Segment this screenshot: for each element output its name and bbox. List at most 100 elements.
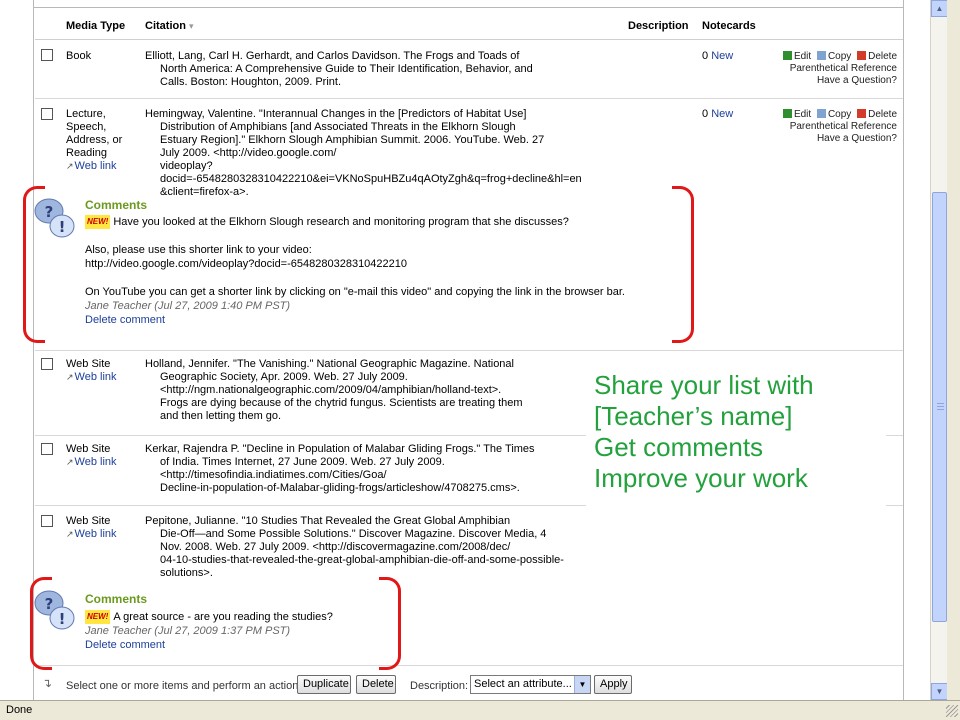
svg-text:!: ! — [59, 610, 66, 628]
web-link-label: Web link — [74, 528, 117, 540]
copy-link[interactable]: Copy — [828, 51, 851, 62]
comment-line: Have you looked at the Elkhorn Slough re… — [113, 216, 569, 228]
svg-text:!: ! — [59, 218, 66, 236]
callout-box: Share your list with [Teacher’s name] Ge… — [586, 364, 886, 520]
external-link-icon: ↗ — [66, 161, 74, 171]
external-link-icon: ↗ — [66, 457, 74, 467]
bulk-action-bar: ↴ Select one or more items and perform a… — [35, 672, 903, 700]
attribute-select[interactable]: Select an attribute... ▼ — [470, 675, 591, 694]
delete-link[interactable]: Delete — [868, 109, 897, 120]
scroll-up-icon[interactable]: ▲ — [931, 0, 948, 17]
comments-title: Comments — [85, 592, 148, 606]
delete-link[interactable]: Delete — [868, 51, 897, 62]
citation-line: videoplay?docid=-6548280328310422210&ei=… — [160, 160, 582, 185]
parenthetical-reference-link[interactable]: Parenthetical Reference — [790, 121, 897, 132]
citation-line: 04-10-studies-that-revealed-the-great-gl… — [160, 554, 564, 566]
citation-line: Estuary Region]." Elkhorn Slough Amphibi… — [160, 134, 545, 146]
return-arrow-icon: ↴ — [42, 676, 53, 690]
citation-line: Decline-in-population-of-Malabar-gliding… — [160, 482, 520, 494]
comments-title: Comments — [85, 198, 148, 212]
callout-line: Improve your work — [594, 463, 808, 493]
new-notecard-link[interactable]: New — [711, 108, 733, 120]
web-link[interactable]: ↗Web link — [66, 456, 138, 469]
citation-line: North America: A Comprehensive Guide to … — [160, 63, 533, 75]
vertical-scrollbar[interactable]: ▲ ▼ — [930, 0, 948, 700]
table-header: Media Type Citation ▾ Description Noteca… — [35, 12, 903, 40]
citation-line: and then letting them go. — [160, 410, 282, 422]
header-media-type[interactable]: Media Type — [66, 20, 125, 32]
delete-button[interactable]: Delete — [356, 675, 396, 694]
row-checkbox[interactable] — [41, 358, 53, 370]
scroll-grip — [937, 403, 944, 404]
citation-line: Nov. 2008. Web. 27 July 2009. <http://di… — [160, 541, 511, 553]
citation-line: Geographic Society, Apr. 2009. Web. 27 J… — [160, 371, 408, 383]
external-link-icon: ↗ — [66, 372, 74, 382]
delete-comment-link[interactable]: Delete comment — [85, 639, 165, 651]
media-type: Web Site ↗Web link — [66, 443, 138, 469]
header-citation[interactable]: Citation ▾ — [145, 20, 194, 32]
media-type: Book — [66, 50, 92, 62]
edit-link[interactable]: Edit — [794, 109, 811, 120]
header-citation-label: Citation — [145, 20, 186, 32]
status-text: Done — [6, 704, 33, 716]
media-type: Web Site ↗Web link — [66, 358, 138, 384]
copy-link[interactable]: Copy — [828, 109, 851, 120]
parenthetical-reference-link[interactable]: Parenthetical Reference — [790, 63, 897, 74]
top-frame — [34, 0, 904, 8]
media-type: Web Site ↗Web link — [66, 515, 138, 541]
web-link[interactable]: ↗Web link — [66, 371, 138, 384]
citation-line: Holland, Jennifer. "The Vanishing." Nati… — [145, 358, 514, 370]
web-link-label: Web link — [74, 456, 117, 468]
web-link-label: Web link — [74, 371, 117, 383]
highlight-bracket-left — [30, 577, 52, 670]
highlight-bracket-right — [672, 186, 694, 343]
citation-line: Pepitone, Julianne. "10 Studies That Rev… — [145, 515, 511, 527]
have-a-question-link[interactable]: Have a Question? — [817, 133, 897, 144]
resize-grip-icon[interactable] — [946, 705, 958, 717]
scroll-thumb[interactable] — [932, 192, 947, 622]
citation: Hemingway, Valentine. "Interannual Chang… — [145, 108, 582, 199]
scroll-grip — [937, 409, 944, 410]
notecards: 0 New — [702, 50, 762, 62]
sort-down-icon: ▾ — [189, 21, 194, 31]
new-notecard-link[interactable]: New — [711, 50, 733, 62]
copy-icon — [816, 109, 826, 118]
web-link[interactable]: ↗Web link — [66, 160, 138, 173]
attribute-select-value: Select an attribute... — [474, 678, 572, 690]
edit-link[interactable]: Edit — [794, 51, 811, 62]
row-checkbox[interactable] — [41, 515, 53, 527]
row-checkbox[interactable] — [41, 443, 53, 455]
right-frame — [903, 0, 904, 700]
edit-icon — [782, 109, 792, 118]
row-checkbox[interactable] — [41, 108, 53, 120]
citation-line: Die-Off—and Some Possible Solutions." Di… — [160, 528, 547, 540]
citation-line: <http://ngm.nationalgeographic.com/2009/… — [160, 384, 502, 396]
notecards-count: 0 — [702, 108, 709, 120]
media-type-label: Web Site — [66, 443, 111, 455]
citation-line: July 2009. <http://video.google.com/ — [160, 147, 337, 159]
row-checkbox[interactable] — [41, 49, 53, 61]
delete-comment-link[interactable]: Delete comment — [85, 314, 165, 326]
comment-body: NEW! A great source - are you reading the… — [85, 610, 405, 652]
scroll-down-icon[interactable]: ▼ — [931, 683, 948, 700]
comment-line: http://video.google.com/videoplay?docid=… — [85, 258, 408, 270]
citation: Elliott, Lang, Carl H. Gerhardt, and Car… — [145, 50, 575, 89]
citation-line: Hemingway, Valentine. "Interannual Chang… — [145, 108, 527, 120]
citation-line: Elliott, Lang, Carl H. Gerhardt, and Car… — [145, 50, 520, 62]
comment-signature: Jane Teacher (Jul 27, 2009 1:40 PM PST) — [85, 300, 291, 312]
have-a-question-link[interactable]: Have a Question? — [817, 75, 897, 86]
apply-button[interactable]: Apply — [594, 675, 632, 694]
duplicate-button[interactable]: Duplicate — [297, 675, 351, 694]
new-badge: NEW! — [85, 610, 111, 624]
svg-text:?: ? — [45, 203, 54, 221]
citation-line: of India. Times Internet, 27 June 2009. … — [160, 456, 445, 468]
page-viewport: Media Type Citation ▾ Description Noteca… — [0, 0, 930, 700]
scroll-grip — [937, 406, 944, 407]
citation-line: &client=firefox-a>. — [160, 186, 249, 198]
callout-line: [Teacher’s name] — [594, 401, 793, 431]
bulk-action-prompt: Select one or more items and perform an … — [66, 680, 302, 692]
notecards: 0 New — [702, 108, 762, 120]
citation: Holland, Jennifer. "The Vanishing." Nati… — [145, 358, 575, 423]
delete-icon — [857, 109, 867, 118]
web-link[interactable]: ↗Web link — [66, 528, 138, 541]
